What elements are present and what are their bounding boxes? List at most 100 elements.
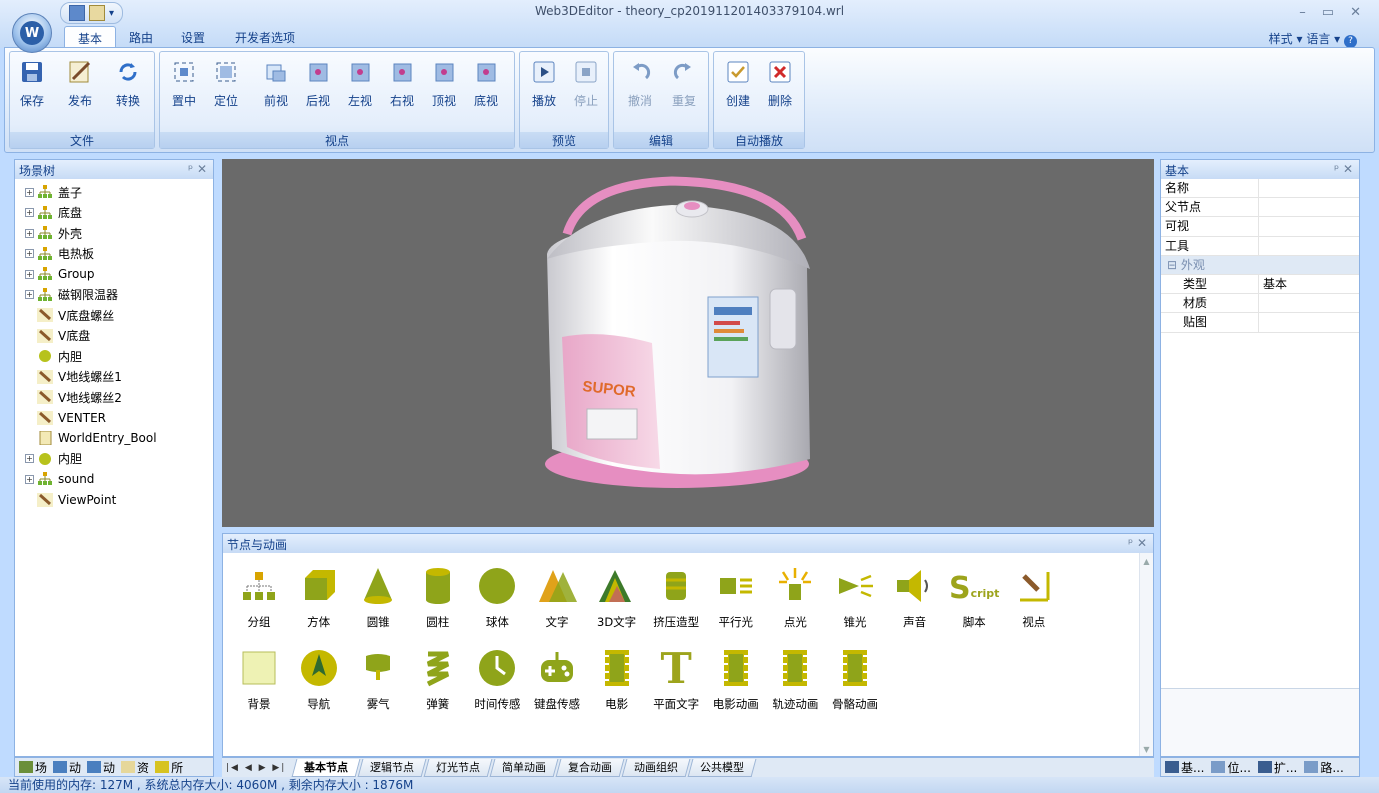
delete-button[interactable]: 删除: [760, 58, 800, 109]
tree-item[interactable]: V地线螺丝1: [25, 367, 213, 388]
chevron-down-icon[interactable]: ▾: [1293, 32, 1307, 46]
library-tab[interactable]: 灯光节点: [423, 758, 493, 777]
play-button[interactable]: 播放: [524, 58, 564, 109]
node-background[interactable]: 背景: [228, 648, 290, 712]
close-icon[interactable]: ✕: [1137, 536, 1147, 550]
expand-icon[interactable]: +: [25, 454, 34, 464]
property-row[interactable]: 可视: [1161, 217, 1359, 237]
expand-icon[interactable]: +: [25, 249, 34, 259]
close-icon[interactable]: ✕: [197, 162, 207, 176]
left-view-button[interactable]: 左视: [340, 58, 380, 109]
expand-icon[interactable]: +: [25, 290, 34, 300]
tree-item[interactable]: V底盘螺丝: [25, 305, 213, 326]
publish-button[interactable]: 发布: [60, 58, 100, 109]
tab-resource[interactable]: 资: [121, 759, 149, 776]
node-box[interactable]: 方体: [288, 566, 350, 630]
tab-route-props[interactable]: 路...: [1304, 759, 1344, 776]
tree-item[interactable]: + 磁钢限温器: [25, 285, 213, 306]
expand-icon[interactable]: +: [25, 208, 34, 218]
3d-viewport[interactable]: SUPOR: [222, 159, 1154, 527]
tree-item[interactable]: ViewPoint: [25, 490, 213, 511]
node-script[interactable]: Script 脚本: [943, 566, 1005, 630]
node-navigation[interactable]: 导航: [288, 648, 350, 712]
save-button[interactable]: 保存: [12, 58, 52, 109]
tree-item[interactable]: + Group: [25, 264, 213, 285]
property-value[interactable]: [1259, 198, 1263, 216]
property-row[interactable]: 父节点: [1161, 198, 1359, 218]
node-keyboard-sensor[interactable]: 键盘传感: [526, 648, 588, 712]
tree-item[interactable]: 内胆: [25, 346, 213, 367]
maximize-icon[interactable]: ▭: [1322, 5, 1334, 20]
tab-basic-props[interactable]: 基...: [1165, 759, 1204, 776]
node-viewpoint[interactable]: 视点: [1003, 566, 1065, 630]
tab-settings[interactable]: 设置: [168, 26, 218, 48]
node-extrusion[interactable]: 挤压造型: [645, 566, 707, 630]
tree-item[interactable]: + 盖子: [25, 182, 213, 203]
front-view-button[interactable]: 前视: [256, 58, 296, 109]
node-time-sensor[interactable]: 时间传感: [466, 648, 528, 712]
node-sound[interactable]: 声音: [884, 566, 946, 630]
pin-icon[interactable]: ᵖ: [188, 162, 193, 176]
node-cone[interactable]: 圆锥: [347, 566, 409, 630]
node-spot-light[interactable]: 锥光: [824, 566, 886, 630]
property-row[interactable]: 类型 基本: [1161, 274, 1359, 295]
bottom-view-button[interactable]: 底视: [466, 58, 506, 109]
expand-icon[interactable]: +: [25, 228, 34, 238]
pin-icon[interactable]: ᵖ: [1334, 162, 1339, 176]
tab-position[interactable]: 位...: [1211, 759, 1251, 776]
tab-nav-arrows[interactable]: |◀ ◀ ▶ ▶|: [226, 763, 286, 773]
node-movie[interactable]: 电影: [586, 648, 648, 712]
tree-item[interactable]: V底盘: [25, 326, 213, 347]
tree-item[interactable]: + sound: [25, 469, 213, 490]
node-point-light[interactable]: 点光: [764, 566, 826, 630]
library-tab[interactable]: 逻辑节点: [357, 758, 427, 777]
convert-button[interactable]: 转换: [108, 58, 148, 109]
property-value[interactable]: [1259, 294, 1263, 312]
tree-item[interactable]: + 电热板: [25, 244, 213, 265]
app-menu-button[interactable]: W: [12, 13, 52, 53]
chevron-down-icon[interactable]: ▾: [1330, 32, 1344, 46]
library-tab[interactable]: 公共模型: [687, 758, 757, 777]
tree-item[interactable]: WorldEntry_Bool: [25, 428, 213, 449]
redo-button[interactable]: 重复: [664, 58, 704, 109]
close-icon[interactable]: ✕: [1343, 162, 1353, 176]
tree-item[interactable]: + 底盘: [25, 203, 213, 224]
tree-item[interactable]: VENTER: [25, 408, 213, 429]
node-group[interactable]: 分组: [228, 566, 290, 630]
language-menu[interactable]: 语言: [1306, 32, 1330, 46]
stop-button[interactable]: 停止: [566, 58, 606, 109]
close-icon[interactable]: ✕: [1350, 5, 1361, 20]
style-menu[interactable]: 样式: [1269, 32, 1293, 46]
property-row[interactable]: 贴图: [1161, 313, 1359, 333]
node-spring[interactable]: 弹簧: [407, 648, 469, 712]
collapse-icon[interactable]: ⊟: [1167, 258, 1181, 272]
center-button[interactable]: 置中: [164, 58, 204, 109]
node-sphere[interactable]: 球体: [466, 566, 528, 630]
tree-item[interactable]: + 内胆: [25, 449, 213, 470]
tab-all[interactable]: 所: [155, 759, 183, 776]
node-cylinder[interactable]: 圆柱: [407, 566, 469, 630]
node-path-animation[interactable]: 轨迹动画: [764, 648, 826, 712]
property-row[interactable]: 材质: [1161, 294, 1359, 314]
tab-extend[interactable]: 扩...: [1257, 759, 1297, 776]
tab-animation-2[interactable]: 动: [87, 759, 115, 776]
node-directional-light[interactable]: 平行光: [705, 566, 767, 630]
tree-item[interactable]: + 外壳: [25, 223, 213, 244]
locate-button[interactable]: 定位: [206, 58, 246, 109]
section-appearance[interactable]: ⊟ 外观: [1161, 255, 1359, 275]
library-tab[interactable]: 复合动画: [555, 758, 625, 777]
property-value[interactable]: [1259, 237, 1263, 255]
expand-icon[interactable]: +: [25, 269, 34, 279]
library-tab[interactable]: 动画组织: [621, 758, 691, 777]
pin-icon[interactable]: ᵖ: [1128, 536, 1133, 550]
back-view-button[interactable]: 后视: [298, 58, 338, 109]
expand-icon[interactable]: +: [25, 474, 34, 484]
tree-item[interactable]: V地线螺丝2: [25, 387, 213, 408]
right-view-button[interactable]: 右视: [382, 58, 422, 109]
expand-icon[interactable]: +: [25, 187, 34, 197]
tab-route[interactable]: 路由: [116, 26, 166, 48]
node-text[interactable]: 文字: [526, 566, 588, 630]
minimize-icon[interactable]: –: [1299, 5, 1306, 20]
tab-basic[interactable]: 基本: [64, 26, 117, 48]
create-button[interactable]: 创建: [718, 58, 758, 109]
